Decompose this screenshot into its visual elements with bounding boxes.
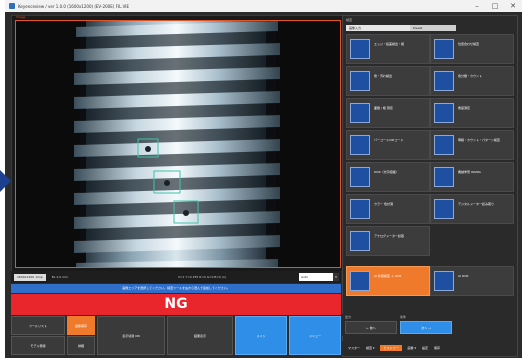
next-button[interactable]: 次へ → — [400, 321, 452, 334]
info-message-bar: 画像エリアを選択してください。検査ツールを右から選んで追加してください。 — [11, 284, 341, 293]
maximize-button[interactable]: □ — [486, 0, 504, 12]
color-count-icon — [434, 71, 454, 91]
nav-save[interactable]: 保存 — [434, 346, 440, 350]
ai-ocr-icon — [434, 271, 454, 291]
zoom-value: Auto — [301, 275, 308, 279]
scratch-icon — [350, 71, 370, 91]
tool-label: 位置合わせ検査 — [458, 42, 480, 46]
display-toggle-button[interactable]: 表示切替 ON — [97, 316, 165, 355]
condition-caption: 条件 — [400, 315, 407, 319]
details-button[interactable]: 詳細 — [67, 336, 95, 355]
pointer-arrow-icon — [0, 170, 11, 192]
tool-label: エッジ・段差検出・幅 — [374, 42, 405, 46]
nav-settings[interactable]: 設定 — [422, 346, 428, 350]
nav-image[interactable]: 画像 ▾ — [408, 346, 416, 350]
bottom-nav: マスター 検査 ▾ ヒストリー 画像 ▾ 設定 保存 — [342, 341, 516, 355]
gauge-icon — [350, 199, 370, 219]
position-icon — [434, 39, 454, 59]
angle-icon — [434, 103, 454, 123]
viewer-status-bar: 1600x1200 .bmp BL 4.0 mm X=1 Y=0 255 R=0… — [11, 271, 341, 283]
window-title: Keyenceview / ver 1.0.0 (1600x1200) (EV‑… — [18, 3, 130, 9]
tab-image-input[interactable]: 画像入力 — [346, 25, 410, 31]
tool-panel: 検査 画像入力 Preset エッジ・段差検出・幅 位置合わせ検査 傷・汚れ検出… — [342, 15, 518, 357]
main-button[interactable]: メイン — [235, 316, 287, 355]
digital-meter-icon — [434, 199, 454, 219]
close-button[interactable]: ✕ — [504, 0, 522, 12]
tab-preset[interactable]: Preset — [410, 25, 456, 31]
zoom-select[interactable]: Auto ▾ — [299, 273, 339, 281]
tool-color-count[interactable]: 色分類・カウント — [430, 66, 514, 96]
tool-label: アナログメーター読取 — [374, 234, 404, 238]
nav-inspection[interactable]: 検査 ▾ — [366, 346, 374, 350]
tool-angle[interactable]: 角度測定 — [430, 98, 514, 128]
pixel-readout: X=1 Y=0 255 R=0 G=0 B=0 (1) — [177, 275, 227, 279]
condition-bar: 出力 条件 ← 前へ 次へ → — [342, 314, 516, 336]
tool-list-button[interactable]: ツールリスト — [11, 316, 65, 335]
tool-label: OCR（文字認識） — [374, 170, 399, 174]
save-image-button[interactable]: 画像保存 — [67, 316, 95, 335]
result-display-button[interactable]: 結果表示 — [167, 316, 233, 355]
tool-label: カラー 色計測 — [374, 202, 393, 206]
tool-analog-meter[interactable]: アナログメーター読取 — [346, 226, 430, 256]
tool-barcode[interactable]: バーコード/2Dコード — [346, 130, 430, 160]
tool-label: 傷・汚れ検出 — [374, 74, 393, 78]
screw-image — [16, 21, 340, 267]
tool-pattern[interactable]: 明暗・カウント・パターン検査 — [430, 130, 514, 160]
menu-button[interactable]: メニュー — [289, 316, 341, 355]
minimize-button[interactable]: – — [468, 0, 486, 12]
area-icon — [350, 103, 370, 123]
viewer-label: Image — [16, 15, 26, 19]
inspection-image[interactable] — [15, 20, 341, 268]
tool-label: バーコード/2Dコード — [374, 138, 404, 142]
tool-scratch-detect[interactable]: 傷・汚れ検出 — [346, 66, 430, 96]
prev-button[interactable]: ← 前へ — [345, 321, 397, 334]
tool-machine-learning[interactable]: 機械学習 OK/NG — [430, 162, 514, 192]
tool-digital-meter[interactable]: デジタルメーター読み取り — [430, 194, 514, 224]
tool-label: 機械学習 OK/NG — [458, 170, 481, 174]
model-register-button[interactable]: モデル登録 — [11, 336, 65, 355]
focus-readout: BL 4.0 mm — [51, 275, 68, 279]
title-bar: Keyenceview / ver 1.0.0 (1600x1200) (EV‑… — [5, 0, 522, 12]
image-size-field[interactable]: 1600x1200 .bmp — [14, 273, 46, 281]
tool-label: デジタルメーター読み取り — [458, 202, 494, 206]
image-viewer[interactable]: Image — [11, 15, 343, 272]
tool-label: AI 外観検査 ＋ OCR — [374, 274, 402, 278]
judgement-result: NG — [11, 294, 341, 315]
tool-ocr[interactable]: OCR（文字認識） — [346, 162, 430, 192]
tool-position-check[interactable]: 位置合わせ検査 — [430, 34, 514, 64]
tool-label: 角度測定 — [458, 106, 471, 110]
tool-tabs: 画像入力 Preset — [346, 25, 513, 31]
output-caption: 出力 — [345, 315, 352, 319]
analog-meter-icon — [350, 231, 370, 251]
tool-area-width[interactable]: 面積 / 幅 測定 — [346, 98, 430, 128]
app-icon — [9, 3, 15, 9]
ai-icon — [350, 271, 370, 291]
pattern-icon — [434, 135, 454, 155]
tool-label: 面積 / 幅 測定 — [374, 106, 393, 110]
nav-master[interactable]: マスター — [348, 346, 360, 350]
tool-ai-inspection[interactable]: AI 外観検査 ＋ OCR — [346, 266, 430, 296]
tool-color-measure[interactable]: カラー 色計測 — [346, 194, 430, 224]
chevron-down-icon: ▾ — [333, 273, 339, 281]
ml-icon — [434, 167, 454, 187]
nav-history[interactable]: ヒストリー — [380, 345, 402, 351]
tool-ai-ocr[interactable]: AI OCR — [430, 266, 514, 296]
tool-label: 色分類・カウント — [458, 74, 483, 78]
edge-icon — [350, 39, 370, 59]
tool-panel-header: 検査 — [346, 18, 353, 22]
tool-label: AI OCR — [458, 274, 469, 278]
ocr-icon — [350, 167, 370, 187]
tool-label: 明暗・カウント・パターン検査 — [458, 138, 500, 142]
tool-edge-detect[interactable]: エッジ・段差検出・幅 — [346, 34, 430, 64]
barcode-icon — [350, 135, 370, 155]
